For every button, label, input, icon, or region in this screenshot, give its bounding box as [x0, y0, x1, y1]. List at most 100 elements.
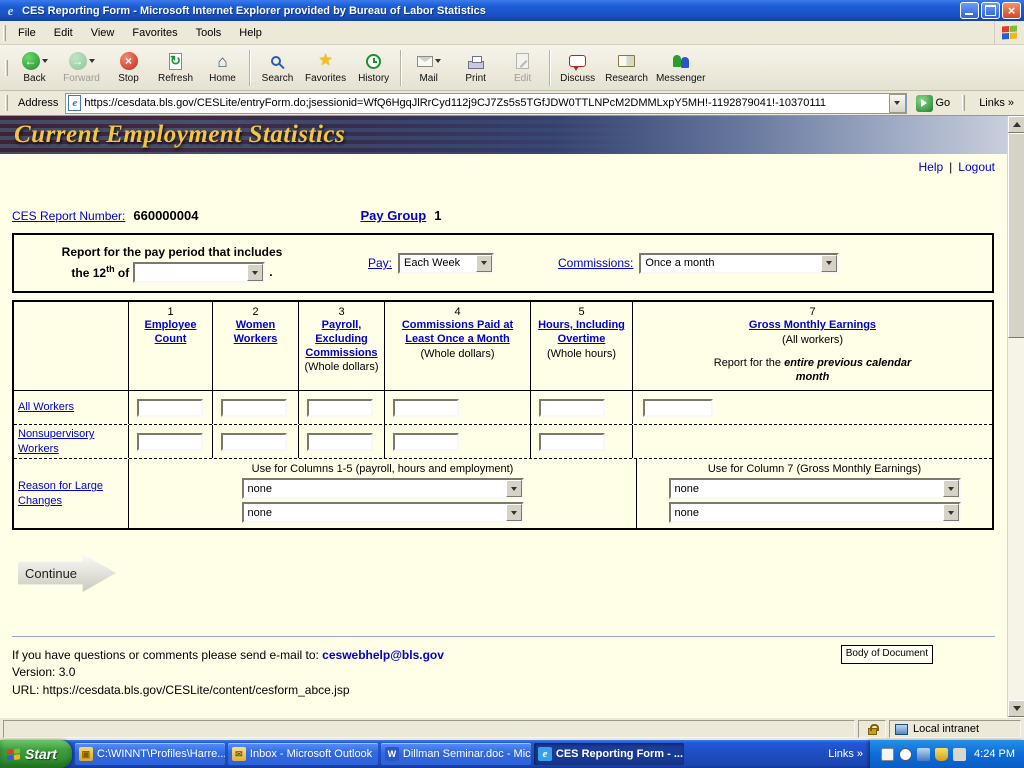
- discuss-button[interactable]: Discuss: [554, 47, 601, 89]
- page-nav: Help | Logout: [0, 154, 1007, 180]
- stop-label: Stop: [118, 73, 139, 84]
- taskbar-clock: 4:24 PM: [974, 748, 1015, 760]
- hours-link[interactable]: Hours, Including Overtime: [533, 319, 630, 347]
- input-nonsup-commissions[interactable]: [393, 433, 459, 451]
- address-dropdown-button[interactable]: [889, 94, 906, 113]
- dropdown-arrow-icon: [821, 255, 837, 272]
- gross-monthly-earnings-link[interactable]: Gross Monthly Earnings: [635, 319, 990, 333]
- pay-group-link[interactable]: Pay Group: [360, 208, 426, 223]
- messenger-button[interactable]: Messenger: [652, 47, 709, 89]
- column-number: 1: [167, 306, 173, 318]
- menu-view[interactable]: View: [82, 23, 124, 43]
- help-link[interactable]: Help: [918, 160, 943, 174]
- menu-tools[interactable]: Tools: [187, 23, 231, 43]
- maximize-button[interactable]: [981, 2, 1000, 19]
- input-all-workers-hours[interactable]: [539, 399, 605, 417]
- menu-favorites[interactable]: Favorites: [123, 23, 186, 43]
- table-cell: [384, 425, 530, 458]
- employee-count-link[interactable]: Employee Count: [131, 319, 210, 347]
- all-workers-link[interactable]: All Workers: [18, 400, 74, 414]
- discuss-icon: [569, 55, 586, 67]
- reason-cols15-select-2[interactable]: none: [242, 502, 524, 523]
- close-button[interactable]: [1002, 2, 1021, 19]
- chevron-down-icon: [894, 101, 900, 105]
- input-all-workers-payroll[interactable]: [307, 399, 373, 417]
- continue-button[interactable]: Continue: [18, 554, 116, 592]
- go-button[interactable]: Go: [910, 95, 957, 112]
- reason-right-header: Use for Column 7 (Gross Monthly Earnings…: [708, 463, 921, 475]
- tray-mail-icon[interactable]: [881, 748, 894, 761]
- nonsupervisory-workers-link[interactable]: Nonsupervisory Workers: [18, 427, 126, 456]
- scrollbar-thumb[interactable]: [1008, 133, 1024, 338]
- address-input[interactable]: [84, 94, 888, 113]
- input-nonsup-employee-count[interactable]: [137, 433, 203, 451]
- input-all-workers-gross-monthly-earnings[interactable]: [643, 399, 713, 417]
- outlook-icon: ✉: [232, 747, 246, 761]
- reason-col7-select-1[interactable]: none: [669, 478, 961, 499]
- menu-file[interactable]: File: [9, 23, 45, 43]
- input-nonsup-payroll[interactable]: [307, 433, 373, 451]
- taskbar-item-explorer[interactable]: ▣ C:\WINNT\Profiles\Harre...: [75, 743, 225, 765]
- forward-icon: →: [69, 52, 87, 70]
- reason-for-large-changes-link[interactable]: Reason for Large Changes: [18, 479, 126, 508]
- pay-period-select[interactable]: [133, 262, 265, 283]
- input-all-workers-employee-count[interactable]: [137, 399, 203, 417]
- start-label: Start: [25, 746, 57, 762]
- input-all-workers-commissions[interactable]: [393, 399, 459, 417]
- minimize-button[interactable]: [960, 2, 979, 19]
- commissions-link[interactable]: Commissions:: [558, 256, 633, 270]
- menu-help[interactable]: Help: [230, 23, 271, 43]
- links-toolbar[interactable]: Links »: [971, 97, 1022, 109]
- home-button[interactable]: ⌂ Home: [199, 47, 246, 89]
- research-button[interactable]: Research: [601, 47, 652, 89]
- payroll-link[interactable]: Payroll, Excluding Commissions: [301, 319, 382, 360]
- scrollbar-track[interactable]: [1008, 338, 1024, 700]
- history-button[interactable]: History: [350, 47, 397, 89]
- favorites-button[interactable]: ★ Favorites: [301, 47, 350, 89]
- tray-security-icon[interactable]: [935, 748, 948, 761]
- ces-report-number-link[interactable]: CES Report Number:: [12, 209, 125, 223]
- print-icon: [468, 61, 484, 69]
- tray-volume-icon[interactable]: [953, 748, 966, 761]
- taskbar-item-ces-form[interactable]: e CES Reporting Form - ...: [534, 743, 684, 765]
- url-line: URL: https://cesdata.bls.gov/CESLite/con…: [12, 682, 995, 699]
- table-cell: [632, 391, 992, 424]
- ie-icon: e: [538, 747, 552, 761]
- taskbar-links-toolbar[interactable]: Links »: [824, 748, 867, 760]
- commissions-select[interactable]: Once a month: [639, 253, 839, 274]
- table-row-reason-for-large-changes: Reason for Large Changes Use for Columns…: [14, 458, 992, 528]
- version-line: Version: 3.0: [12, 664, 995, 681]
- back-button[interactable]: ← Back: [11, 47, 58, 89]
- scroll-down-button[interactable]: [1008, 700, 1024, 717]
- logout-link[interactable]: Logout: [958, 160, 995, 174]
- tray-clock-icon[interactable]: [899, 748, 912, 761]
- tray-network-icon[interactable]: [917, 748, 930, 761]
- search-button[interactable]: Search: [254, 47, 301, 89]
- print-button[interactable]: Print: [452, 47, 499, 89]
- pay-link[interactable]: Pay:: [368, 256, 392, 270]
- input-nonsup-women-workers[interactable]: [221, 433, 287, 451]
- input-all-workers-women-workers[interactable]: [221, 399, 287, 417]
- vertical-scrollbar: [1007, 116, 1024, 717]
- security-panel: [858, 720, 886, 738]
- contact-email-link[interactable]: ceswebhelp@bls.gov: [322, 648, 444, 662]
- reason-col7-select-2[interactable]: none: [669, 502, 961, 523]
- taskbar-item-outlook[interactable]: ✉ Inbox - Microsoft Outlook: [228, 743, 378, 765]
- column-header-women-workers: 2 Women Workers: [212, 302, 298, 390]
- menu-edit[interactable]: Edit: [45, 23, 82, 43]
- reason-cols15-select-1[interactable]: none: [242, 478, 524, 499]
- header-spacer-cell: [14, 302, 128, 390]
- mail-button[interactable]: Mail: [405, 47, 452, 89]
- refresh-button[interactable]: ↻ Refresh: [152, 47, 199, 89]
- address-bar: Address e Go Links »: [0, 91, 1024, 116]
- stop-button[interactable]: × Stop: [105, 47, 152, 89]
- pay-select[interactable]: Each Week: [398, 253, 494, 274]
- start-button[interactable]: Start: [0, 740, 72, 768]
- input-nonsup-hours[interactable]: [539, 433, 605, 451]
- body-of-document-button[interactable]: Body of Document: [841, 645, 933, 664]
- women-workers-link[interactable]: Women Workers: [215, 319, 296, 347]
- scroll-up-button[interactable]: [1008, 116, 1024, 133]
- commissions-paid-link[interactable]: Commissions Paid at Least Once a Month: [387, 319, 528, 347]
- taskbar-item-word[interactable]: W Dillman Seminar.doc - Mic...: [381, 743, 531, 765]
- pay-period-instruction: Report for the pay period that includes …: [22, 243, 322, 283]
